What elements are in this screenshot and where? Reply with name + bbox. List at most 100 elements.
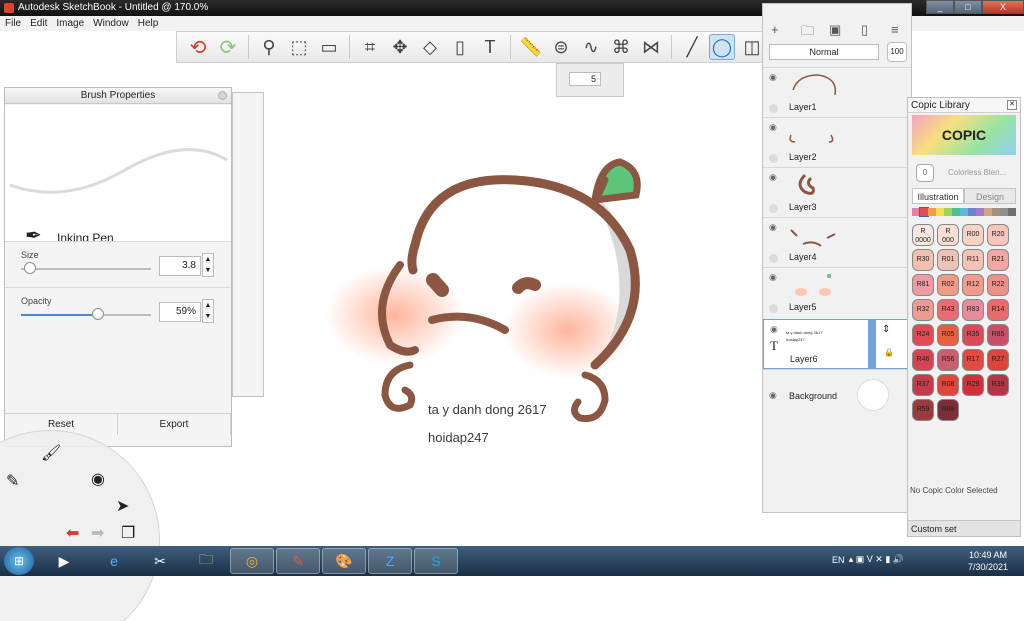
sketchbook-taskbar-icon[interactable]: ✎ [276,548,320,574]
layer-radio[interactable] [769,204,778,213]
menu-help[interactable]: Help [138,16,159,31]
crop-icon[interactable]: ⌗ [357,34,383,60]
add-layer-icon[interactable]: + [771,22,779,37]
background-color-swatch[interactable] [857,379,889,411]
copic-swatch[interactable]: R85 [987,324,1009,346]
copic-swatch[interactable]: R08 [937,374,959,396]
copic-swatch[interactable]: R39 [987,374,1009,396]
copic-swatch[interactable]: R89 [937,399,959,421]
snipping-tool-icon[interactable]: ✂ [138,548,182,574]
size-slider-track[interactable] [21,268,151,270]
start-button[interactable]: ⊞ [4,547,34,575]
brush-size-field[interactable]: 5 [569,72,601,86]
maximize-button[interactable]: □ [954,0,982,14]
add-group-icon[interactable]: 🗀 [801,22,814,44]
ellipse-tool-icon[interactable]: ◯ [709,34,735,60]
export-button[interactable]: Export [118,414,231,435]
copic-swatch[interactable]: R01 [937,249,959,271]
copic-swatch[interactable]: R37 [912,374,934,396]
lagoon-brush-icon[interactable]: 🖌 [41,443,61,463]
layer-item-selected[interactable]: ◉ T ta y danh dong 2617 hoidap247 Layer6… [763,319,911,369]
paint-icon[interactable]: 🎨 [322,548,366,574]
copic-close-icon[interactable]: ✕ [1007,100,1017,110]
minimize-button[interactable]: _ [926,0,954,14]
copic-swatch[interactable]: R27 [987,349,1009,371]
layer-item-background[interactable]: ◉ Background [763,369,911,421]
menu-file[interactable]: File [5,16,21,31]
skype-icon[interactable]: S [414,548,458,574]
lagoon-undo-icon[interactable]: ⬅ [66,523,79,543]
layer-radio[interactable] [769,104,778,113]
zalo-icon[interactable]: Z [368,548,412,574]
visibility-eye-icon[interactable]: ◉ [769,222,777,233]
copic-swatch[interactable]: R32 [912,299,934,321]
file-explorer-icon[interactable]: 🗀 [184,548,228,574]
copic-swatch[interactable]: R35 [962,324,984,346]
copic-swatch[interactable]: R46 [912,349,934,371]
copic-swatch[interactable]: R81 [912,274,934,296]
undo-icon[interactable]: ⟲ [185,34,211,60]
lasso-select-icon[interactable]: ⬚ [286,34,312,60]
layer-item[interactable]: ◉ Layer1 [763,67,911,117]
tab-illustration[interactable]: Illustration [912,188,964,204]
lagoon-layers-icon[interactable]: ❐ [121,523,135,543]
size-slider-knob[interactable] [24,262,37,274]
copic-swatch[interactable]: R22 [987,274,1009,296]
copic-swatch[interactable]: R83 [962,299,984,321]
color-wheel-icon[interactable]: ◉ [91,469,105,489]
layer-lock-icon[interactable]: 🔒 [884,348,894,357]
language-indicator[interactable]: EN [832,555,845,565]
layer-item[interactable]: ◉ Layer2 [763,117,911,167]
copic-swatch[interactable]: R21 [987,249,1009,271]
visibility-eye-icon[interactable]: ◉ [770,324,778,335]
visibility-eye-icon[interactable]: ◉ [769,122,777,133]
layer-item[interactable]: ◉ Layer5 [763,267,911,317]
delete-layer-icon[interactable]: ▯ [861,22,868,38]
lagoon-redo-icon[interactable]: ➡ [91,523,104,543]
copic-swatch[interactable]: R02 [937,274,959,296]
layer-radio[interactable] [769,304,778,313]
opacity-stepper[interactable]: ▲ ▼ [202,299,214,323]
ellipse-guide-icon[interactable]: ⊜ [548,34,574,60]
media-player-icon[interactable]: ▶ [42,548,86,574]
copic-swatch[interactable]: R14 [987,299,1009,321]
symmetry-icon[interactable]: ⋈ [638,34,664,60]
distort-icon[interactable]: ◇ [417,34,443,60]
copic-swatch[interactable]: R 000 [937,224,959,246]
tab-design[interactable]: Design [964,188,1016,204]
size-value-field[interactable]: 3.8 [159,256,201,276]
layer-item[interactable]: ◉ Layer4 [763,217,911,267]
move-icon[interactable]: ✥ [387,34,413,60]
custom-set-bar[interactable]: Custom set [908,520,1020,536]
line-tool-icon[interactable]: ╱ [679,34,705,60]
visibility-eye-icon[interactable]: ◉ [769,390,777,401]
visibility-eye-icon[interactable]: ◉ [769,72,777,83]
visibility-eye-icon[interactable]: ◉ [769,272,777,283]
copic-swatch[interactable]: R59 [912,399,934,421]
tray-icons[interactable]: ▴ ▣ V ✕ ▮ 🔊 [849,554,904,565]
opacity-value-field[interactable]: 59% [159,302,201,322]
menu-edit[interactable]: Edit [30,16,47,31]
close-button[interactable]: X [982,0,1024,14]
copic-swatch[interactable]: R00 [962,224,984,246]
text-tool-icon[interactable]: T [477,34,503,60]
layer-radio[interactable] [769,254,778,263]
french-curve-icon[interactable]: ∿ [578,34,604,60]
fill-bucket-icon[interactable]: ▯ [447,34,473,60]
copic-swatch[interactable]: R17 [962,349,984,371]
layer-item[interactable]: ◉ Layer3 [763,167,911,217]
internet-explorer-icon[interactable]: e [92,548,136,574]
layer-reorder-icon[interactable]: ⇕ [882,324,890,335]
visibility-eye-icon[interactable]: ◉ [769,172,777,183]
blend-mode-select[interactable]: Normal [769,44,879,60]
canvas-drawing[interactable]: ta y danh dong 2617 hoidap247 [300,140,710,470]
copic-swatch[interactable]: R29 [962,374,984,396]
ruler-icon[interactable]: 📏 [518,34,544,60]
copic-swatch[interactable]: R30 [912,249,934,271]
copic-swatch[interactable]: R43 [937,299,959,321]
color-family-strip[interactable] [912,207,1016,217]
layer-menu-icon[interactable]: ≡ [891,22,899,37]
copic-swatch[interactable]: R 0000 [912,224,934,246]
menu-window[interactable]: Window [93,16,129,31]
copic-swatch[interactable]: R24 [912,324,934,346]
